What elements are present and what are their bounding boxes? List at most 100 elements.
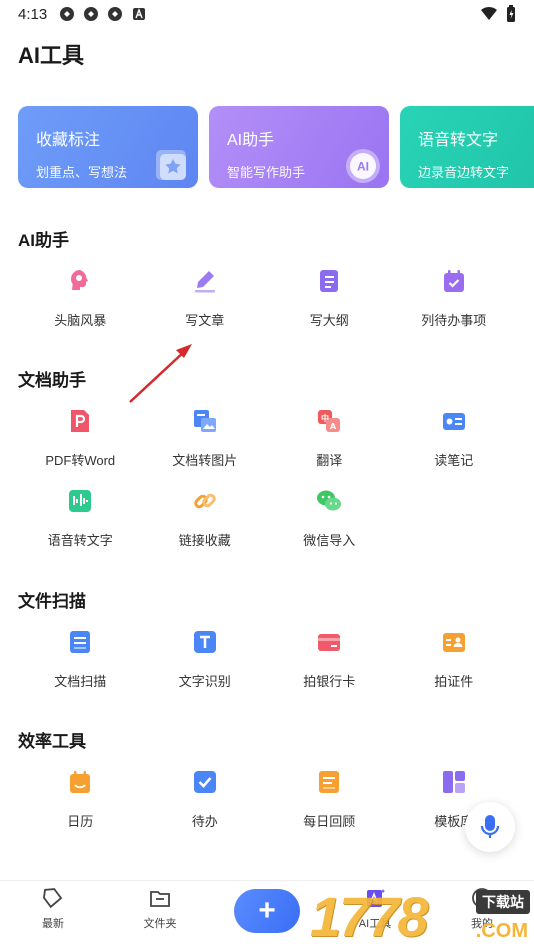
wechat-icon (317, 490, 342, 511)
tool-translate[interactable]: 中A 翻译 (267, 408, 392, 469)
id-card-icon (442, 633, 465, 652)
bank-card-icon (318, 634, 341, 651)
tool-label: 翻译 (316, 453, 343, 468)
status-system-icons (480, 5, 516, 23)
tool-daily-review[interactable]: 每日回顾 (267, 769, 392, 830)
todo-check-icon (193, 771, 216, 793)
tool-label: 写大纲 (309, 313, 349, 328)
doc-tools-row-1: PDF转Word 文档转图片 中A 翻译 读笔记 (18, 408, 516, 469)
tool-calendar[interactable]: 日历 (18, 769, 143, 830)
pdf-icon (71, 410, 90, 432)
doc-to-image-icon (193, 410, 216, 432)
site-watermark: 1778 下载站 .COM (310, 884, 534, 950)
outline-icon (320, 270, 339, 292)
nav-label: 最新 (42, 918, 64, 930)
tool-doc-to-image[interactable]: 文档转图片 (143, 408, 268, 469)
tool-label: 待办 (191, 814, 218, 829)
tool-id-card[interactable]: 拍证件 (392, 629, 517, 690)
tool-read-notes[interactable]: 读笔记 (392, 408, 517, 469)
tool-link-favorites[interactable]: 链接收藏 (143, 488, 268, 549)
tool-write-article[interactable]: 写文章 (143, 268, 268, 329)
wifi-icon (481, 6, 497, 20)
section-title-doc: 文档助手 (18, 371, 86, 390)
tool-label: 文字识别 (178, 674, 231, 689)
voice-input-button[interactable] (465, 802, 515, 852)
tool-label: 文档扫描 (54, 674, 107, 689)
tool-bank-card[interactable]: 拍银行卡 (267, 629, 392, 690)
status-bar: 4:13 (0, 0, 534, 28)
card-title: 语音转文字 (418, 132, 499, 149)
watermark-number: 1778 (310, 885, 429, 948)
calendar-check-icon (443, 270, 464, 292)
folder-icon (150, 891, 170, 907)
app-notification-icon (84, 7, 99, 21)
tool-todo-list[interactable]: 列待办事项 (392, 268, 517, 329)
add-button[interactable]: + (234, 889, 300, 933)
card-favorites[interactable]: 收藏标注 划重点、写想法 (18, 106, 198, 188)
tool-wechat-import[interactable]: 微信导入 (267, 488, 392, 549)
daily-review-icon (319, 771, 340, 793)
tool-label: 读笔记 (434, 453, 474, 468)
tool-label: PDF转Word (45, 453, 116, 468)
tool-doc-scan[interactable]: 文档扫描 (18, 629, 143, 690)
star-document-icon (156, 150, 186, 180)
voice-to-text-icon (69, 490, 92, 512)
tool-label: 日历 (67, 814, 94, 829)
tool-brainstorm[interactable]: 头脑风暴 (18, 268, 143, 329)
section-title-efficiency: 效率工具 (18, 732, 86, 751)
battery-icon (507, 5, 515, 22)
card-ai-assistant[interactable]: AI助手 智能写作助手 AI (209, 106, 389, 188)
text-recognition-icon (193, 631, 216, 653)
watermark-tag: 下载站 (476, 890, 530, 914)
efficiency-tools-row: 日历 待办 每日回顾 模板库 (18, 769, 516, 830)
page-title: AI工具 (18, 43, 85, 68)
doc-scan-icon (70, 631, 91, 653)
tool-label: 拍证件 (434, 674, 474, 689)
read-notes-icon (442, 413, 465, 430)
template-icon (442, 771, 465, 793)
tool-label: 语音转文字 (47, 533, 113, 548)
section-title-scan: 文件扫描 (18, 592, 86, 611)
pen-icon (194, 271, 215, 293)
scan-tools-row: 文档扫描 文字识别 拍银行卡 拍证件 (18, 629, 516, 690)
nav-label: 文件夹 (143, 918, 177, 930)
tool-label: 文档转图片 (172, 453, 238, 468)
svg-text:中: 中 (321, 413, 329, 423)
status-notification-icons (59, 6, 147, 22)
tool-label: 每日回顾 (303, 814, 356, 829)
tag-icon (43, 888, 63, 909)
section-title-ai: AI助手 (18, 231, 69, 250)
tool-todo[interactable]: 待办 (143, 769, 268, 830)
tool-label: 头脑风暴 (54, 313, 107, 328)
ai-badge-text: AI (357, 160, 369, 174)
microphone-icon (480, 815, 500, 838)
tool-label: 写文章 (185, 313, 225, 328)
tool-label: 拍银行卡 (303, 674, 356, 689)
translate-icon: 中A (318, 410, 341, 432)
tool-write-outline[interactable]: 写大纲 (267, 268, 392, 329)
tool-label: 链接收藏 (178, 533, 231, 548)
svg-text:A: A (330, 422, 337, 431)
lightbulb-head-icon (71, 270, 89, 290)
app-notification-icon (60, 7, 75, 21)
tool-label: 微信导入 (303, 533, 356, 548)
tool-pdf-to-word[interactable]: PDF转Word (18, 408, 143, 469)
tool-text-recognition[interactable]: 文字识别 (143, 629, 268, 690)
link-icon (193, 493, 216, 509)
ai-tools-row: 头脑风暴 写文章 写大纲 列待办事项 (18, 268, 516, 329)
status-time: 4:13 (18, 5, 48, 23)
red-arrow-annotation (129, 344, 192, 403)
doc-tools-row-2: 语音转文字 链接收藏 微信导入 (18, 488, 516, 549)
nav-recent[interactable]: 最新 (23, 887, 83, 931)
ai-badge-icon: AI (346, 149, 380, 183)
app-notification-icon (108, 7, 123, 21)
feature-cards: 收藏标注 划重点、写想法 AI助手 智能写作助手 AI 语音转文字 边录音边转文… (18, 106, 534, 188)
a-notification-icon (133, 8, 146, 20)
calendar-icon (70, 771, 91, 793)
card-voice-to-text[interactable]: 语音转文字 边录音边转文字 (400, 106, 534, 188)
watermark-domain: .COM (475, 920, 528, 942)
tool-label: 列待办事项 (421, 313, 487, 328)
tool-voice-to-text[interactable]: 语音转文字 (18, 488, 143, 549)
nav-folder[interactable]: 文件夹 (130, 887, 190, 931)
card-subtitle: 边录音边转文字 (418, 165, 510, 180)
